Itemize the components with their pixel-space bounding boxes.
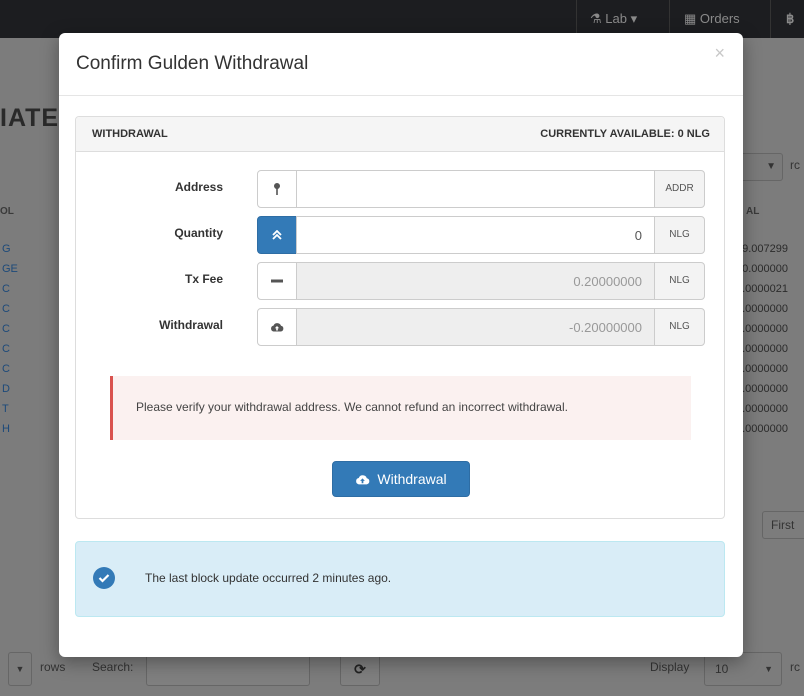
address-row: Address ADDR bbox=[76, 170, 726, 208]
rows-per-page-select[interactable]: ▼ bbox=[737, 153, 783, 181]
withdrawal-amount-input bbox=[296, 308, 655, 346]
footer-search-label: Search: bbox=[92, 660, 134, 674]
withdrawal-button[interactable]: Withdrawal bbox=[332, 461, 470, 497]
quantity-input[interactable] bbox=[296, 216, 655, 254]
footer-rows-select[interactable]: ▼ bbox=[8, 652, 32, 686]
quantity-label: Quantity bbox=[174, 226, 223, 240]
modal-title: Confirm Gulden Withdrawal bbox=[76, 53, 309, 74]
table-row-total: 0.0000000 bbox=[736, 323, 788, 335]
table-row-symbol[interactable]: T bbox=[0, 399, 60, 419]
footer-rows-label-right: rc bbox=[790, 660, 800, 674]
caret-down-icon: ▾ bbox=[630, 11, 638, 26]
table-row-total: 0.0000000 bbox=[736, 383, 788, 395]
table-row-symbol[interactable]: C bbox=[0, 339, 60, 359]
minus-icon bbox=[257, 262, 297, 300]
tx-fee-row: Tx Fee NLG bbox=[76, 262, 726, 300]
page-title: IATE bbox=[0, 104, 60, 132]
tx-fee-input bbox=[296, 262, 655, 300]
nav-bitcoin[interactable]: ฿ bbox=[786, 0, 794, 38]
nav-orders-label: Orders bbox=[699, 11, 740, 26]
table-row-symbol[interactable]: D bbox=[0, 379, 60, 399]
close-icon[interactable]: × bbox=[714, 43, 725, 64]
footer-rows-label: rows bbox=[40, 660, 66, 674]
cloud-upload-icon bbox=[257, 308, 297, 346]
table-row-total: 0.0000000 bbox=[736, 363, 788, 375]
cloud-upload-icon bbox=[356, 474, 370, 484]
caret-down-icon: ▼ bbox=[766, 161, 776, 172]
nav-lab-label: Lab bbox=[605, 11, 627, 26]
panel-title: WITHDRAWAL bbox=[92, 128, 168, 140]
available-balance: CURRENTLY AVAILABLE: 0 NLG bbox=[540, 128, 710, 140]
nav-separator bbox=[770, 0, 771, 38]
flask-icon: ⚗ bbox=[590, 11, 602, 26]
withdrawal-button-label: Withdrawal bbox=[377, 471, 447, 487]
panel-heading: WITHDRAWAL CURRENTLY AVAILABLE: 0 NLG bbox=[76, 117, 724, 152]
tx-fee-label: Tx Fee bbox=[184, 272, 223, 286]
alert-text: Please verify your withdrawal address. W… bbox=[136, 400, 568, 414]
table-row-symbol[interactable]: GE bbox=[0, 259, 60, 279]
table-header-symbol: OL bbox=[0, 206, 14, 217]
address-label: Address bbox=[174, 180, 223, 194]
table-row-total: 0.0000021 bbox=[736, 283, 788, 295]
table-row-total: 0.0000000 bbox=[736, 423, 788, 435]
table-row-total: 0.0000000 bbox=[736, 303, 788, 315]
table-row-symbol[interactable]: G bbox=[0, 239, 60, 259]
table-header-total: AL bbox=[746, 206, 760, 217]
calendar-icon: ▦ bbox=[684, 11, 697, 26]
table-row-symbol[interactable]: H bbox=[0, 419, 60, 439]
withdrawal-amount-unit: NLG bbox=[654, 308, 705, 346]
table-row-symbol[interactable]: C bbox=[0, 279, 60, 299]
table-row-symbol[interactable]: C bbox=[0, 359, 60, 379]
table-row-total: 80.000000 bbox=[736, 263, 788, 275]
withdrawal-amount-label: Withdrawal bbox=[159, 318, 223, 332]
block-update-text: The last block update occurred 2 minutes… bbox=[145, 571, 392, 585]
footer-search-input[interactable] bbox=[146, 652, 310, 686]
table-row-total: 0.0000000 bbox=[736, 403, 788, 415]
address-input[interactable] bbox=[296, 170, 655, 208]
address-addon[interactable]: ADDR bbox=[654, 170, 705, 208]
caret-down-icon: ▼ bbox=[764, 664, 773, 674]
withdrawal-amount-row: Withdrawal NLG bbox=[76, 308, 726, 346]
withdrawal-modal: Confirm Gulden Withdrawal × WITHDRAWAL C… bbox=[59, 33, 743, 657]
footer-display-label: Display bbox=[650, 660, 690, 674]
quantity-unit: NLG bbox=[654, 216, 705, 254]
refresh-icon: ⟳ bbox=[354, 661, 366, 677]
display-select-value: 10 bbox=[715, 662, 729, 676]
withdrawal-panel: WITHDRAWAL CURRENTLY AVAILABLE: 0 NLG Ad… bbox=[75, 116, 725, 519]
modal-header: Confirm Gulden Withdrawal × bbox=[59, 33, 743, 96]
chevron-double-up-icon[interactable] bbox=[257, 216, 297, 254]
table-row-total: 59.007299 bbox=[736, 243, 788, 255]
table-row-total: 0.0000000 bbox=[736, 343, 788, 355]
table-row-symbol[interactable]: C bbox=[0, 299, 60, 319]
table-row-symbol[interactable]: C bbox=[0, 319, 60, 339]
refresh-button[interactable]: ⟳ bbox=[340, 652, 380, 686]
caret-down-icon: ▼ bbox=[15, 664, 25, 674]
footer-display-select[interactable]: 10 ▼ bbox=[704, 652, 782, 686]
rows-label: rc bbox=[790, 158, 800, 172]
map-marker-icon bbox=[257, 170, 297, 208]
check-circle-icon bbox=[93, 567, 115, 589]
block-update-info: The last block update occurred 2 minutes… bbox=[75, 541, 725, 617]
pagination-first-button[interactable]: First bbox=[762, 511, 804, 539]
tx-fee-unit: NLG bbox=[654, 262, 705, 300]
quantity-row: Quantity NLG bbox=[76, 216, 726, 254]
verify-address-alert: Please verify your withdrawal address. W… bbox=[110, 376, 691, 440]
